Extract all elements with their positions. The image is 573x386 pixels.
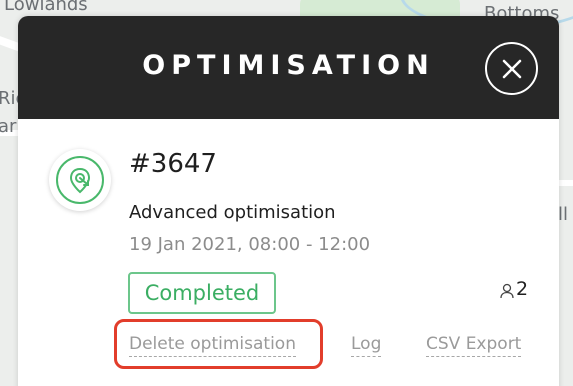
job-avatar [49, 149, 111, 211]
close-button[interactable] [485, 42, 538, 95]
csv-export-link[interactable]: CSV Export [426, 334, 522, 357]
optimisation-modal: OPTIMISATION #3647 Advanced optimisation… [18, 16, 559, 386]
log-link[interactable]: Log [351, 334, 382, 357]
route-pin-icon [69, 167, 91, 194]
close-icon [502, 59, 522, 79]
modal-header: OPTIMISATION [18, 16, 559, 119]
status-badge: Completed [128, 272, 276, 314]
map-label-lowlands: Lowlands [4, 0, 88, 15]
job-type: Advanced optimisation [129, 202, 336, 223]
job-date: 19 Jan 2021, 08:00 - 12:00 [129, 234, 371, 255]
job-id: #3647 [129, 149, 217, 179]
user-icon [500, 283, 514, 299]
modal-title: OPTIMISATION [142, 50, 435, 81]
delete-optimisation-link[interactable]: Delete optimisation [129, 334, 296, 357]
map-label-ll: ll [558, 204, 569, 225]
assignee-count: 2 [516, 278, 529, 300]
map-label-ar: ar [0, 116, 17, 137]
